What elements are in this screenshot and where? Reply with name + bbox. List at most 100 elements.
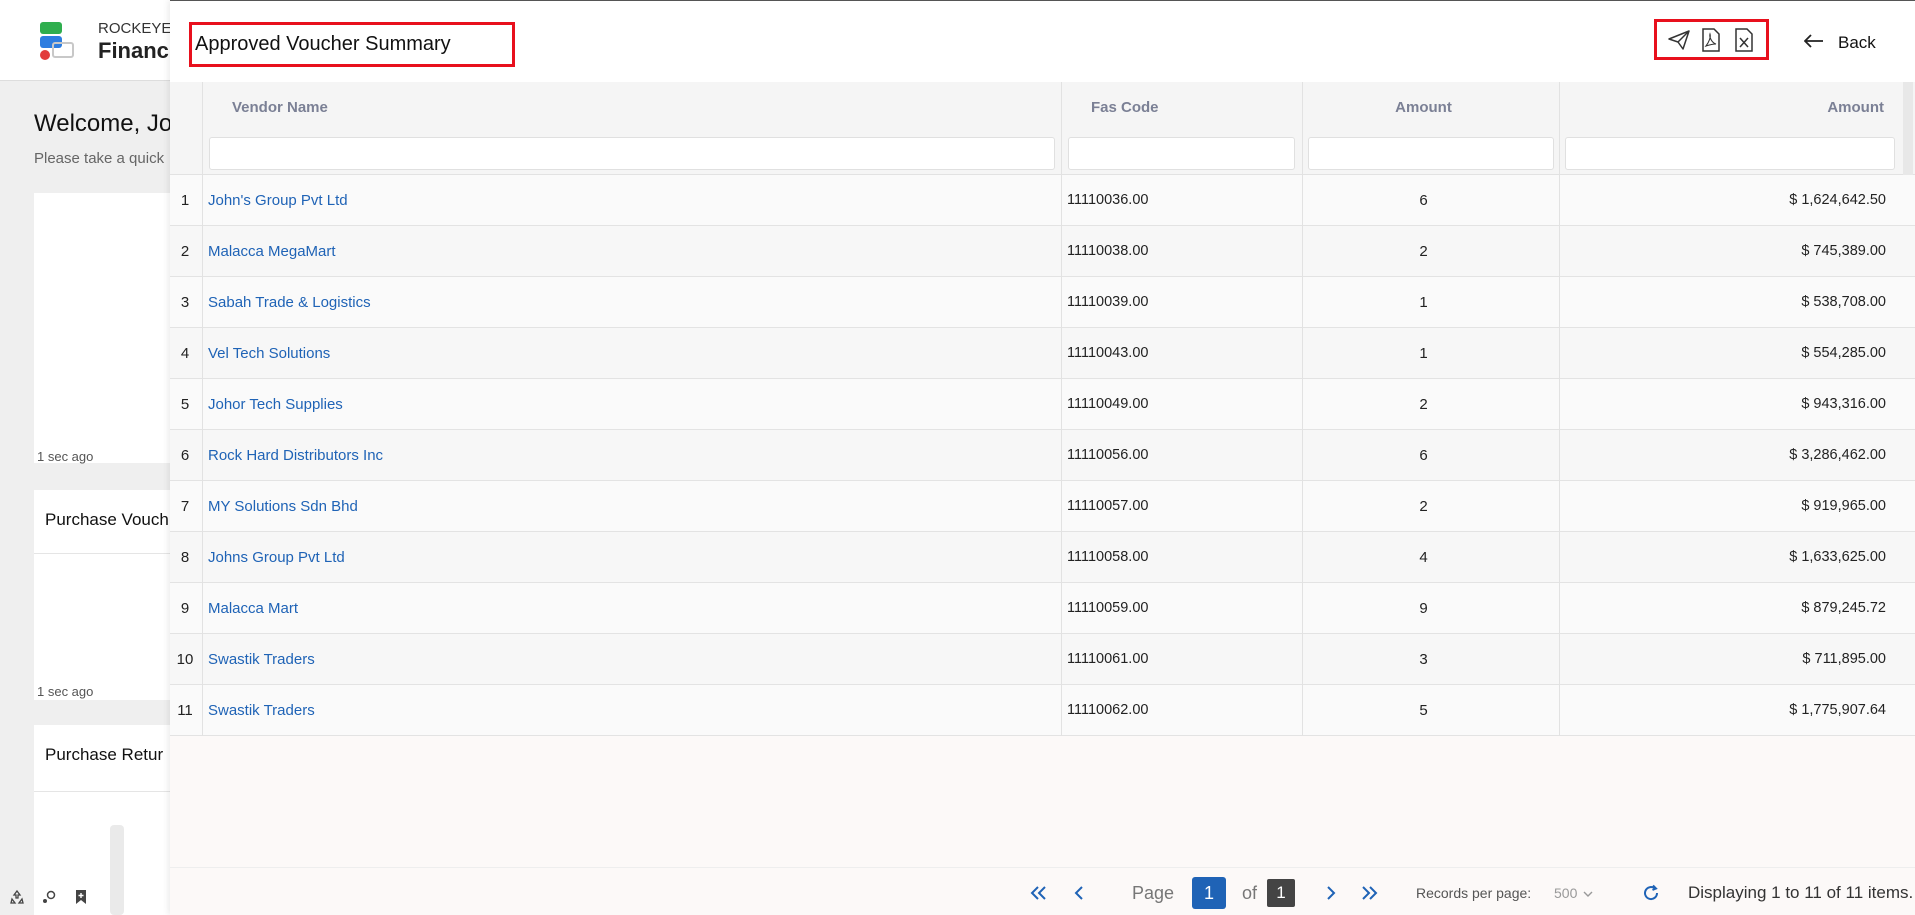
fas-code: 11110058.00 [1067, 549, 1149, 565]
row-index: 7 [180, 497, 190, 515]
vendor-name-link[interactable]: Malacca Mart [208, 583, 298, 633]
column-divider [1559, 82, 1560, 736]
records-per-page-select[interactable]: 500 [1554, 878, 1593, 908]
page-label: Page [1132, 882, 1175, 903]
column-divider [202, 82, 203, 736]
vendor-name-link[interactable]: Swastik Traders [208, 685, 315, 735]
table-row[interactable]: 5 Johor Tech Supplies 11110049.00 2 $ 94… [170, 379, 1915, 430]
filter-amount[interactable] [1565, 137, 1895, 170]
brand-line-1: ROCKEYE [98, 20, 172, 37]
voucher-count: 2 [1419, 497, 1428, 515]
export-actions [1654, 19, 1769, 60]
voucher-count: 5 [1419, 701, 1428, 719]
row-index: 5 [180, 395, 190, 413]
row-index: 2 [180, 242, 190, 260]
column-header-fas-code[interactable]: Fas Code [1091, 82, 1159, 132]
column-header-amount[interactable]: Amount [1560, 82, 1884, 132]
amount: $ 554,285.00 [1801, 345, 1886, 361]
row-index: 6 [180, 446, 190, 464]
fas-code: 11110038.00 [1067, 243, 1149, 259]
vendor-name-link[interactable]: Sabah Trade & Logistics [208, 277, 371, 327]
table-row[interactable]: 6 Rock Hard Distributors Inc 11110056.00… [170, 430, 1915, 481]
row-index: 9 [180, 599, 190, 617]
row-index: 10 [176, 650, 194, 668]
vendor-name-link[interactable]: Johns Group Pvt Ltd [208, 532, 345, 582]
amount: $ 745,389.00 [1801, 243, 1886, 259]
card-title: Purchase Vouch [45, 510, 169, 529]
vendor-name-link[interactable]: MY Solutions Sdn Bhd [208, 481, 358, 531]
prev-page-button[interactable] [1068, 878, 1090, 908]
last-page-button[interactable] [1358, 878, 1380, 908]
fas-code: 11110056.00 [1067, 447, 1149, 463]
records-per-page-label: Records per page: [1416, 885, 1532, 901]
grid-header: Vendor Name Fas Code Amount Amount [170, 82, 1915, 175]
filter-vendor-name[interactable] [209, 137, 1055, 170]
table-row[interactable]: 1 John's Group Pvt Ltd 11110036.00 6 $ 1… [170, 175, 1915, 226]
vendor-name-link[interactable]: Malacca MegaMart [208, 226, 336, 276]
bookmark-icon[interactable] [72, 888, 90, 906]
pdf-icon[interactable] [1698, 27, 1724, 53]
column-divider [1302, 82, 1303, 736]
column-header-vendor-name[interactable]: Vendor Name [232, 82, 328, 132]
fas-code: 11110057.00 [1067, 498, 1149, 514]
pagination-bar: Page 1 of 1 Records per page: 500 Displa… [170, 867, 1915, 915]
table-row[interactable]: 9 Malacca Mart 11110059.00 9 $ 879,245.7… [170, 583, 1915, 634]
app-logo [38, 20, 78, 60]
send-icon[interactable] [1666, 27, 1692, 53]
amount: $ 943,316.00 [1801, 396, 1886, 412]
amount: $ 1,633,625.00 [1789, 549, 1886, 565]
card-timestamp: 1 sec ago [37, 449, 94, 464]
excel-icon[interactable] [1731, 27, 1757, 53]
amount: $ 879,245.72 [1801, 600, 1886, 616]
back-label: Back [1838, 33, 1876, 52]
column-header-amount-count[interactable]: Amount [1305, 82, 1542, 132]
settings-icon[interactable] [40, 888, 58, 906]
table-row[interactable]: 8 Johns Group Pvt Ltd 11110058.00 4 $ 1,… [170, 532, 1915, 583]
vendor-name-link[interactable]: Swastik Traders [208, 634, 315, 684]
vendor-name-link[interactable]: Johor Tech Supplies [208, 379, 343, 429]
title-highlight: Approved Voucher Summary [189, 22, 515, 67]
first-page-button[interactable] [1028, 878, 1050, 908]
table-row[interactable]: 10 Swastik Traders 11110061.00 3 $ 711,8… [170, 634, 1915, 685]
table-row[interactable]: 7 MY Solutions Sdn Bhd 11110057.00 2 $ 9… [170, 481, 1915, 532]
table-row[interactable]: 3 Sabah Trade & Logistics 11110039.00 1 … [170, 277, 1915, 328]
current-page-input[interactable]: 1 [1192, 877, 1226, 909]
voucher-count: 1 [1419, 344, 1428, 362]
vendor-name-link[interactable]: Rock Hard Distributors Inc [208, 430, 383, 480]
filter-amount-count[interactable] [1308, 137, 1554, 170]
filter-fas-code[interactable] [1068, 137, 1295, 170]
table-row[interactable]: 4 Vel Tech Solutions 11110043.00 1 $ 554… [170, 328, 1915, 379]
next-page-button[interactable] [1320, 878, 1342, 908]
grid-scrollbar[interactable] [1903, 82, 1913, 175]
fas-code: 11110059.00 [1067, 600, 1149, 616]
fas-code: 11110062.00 [1067, 702, 1149, 718]
voucher-grid: Vendor Name Fas Code Amount Amount 1 Joh… [170, 82, 1915, 867]
voucher-count: 2 [1419, 395, 1428, 413]
welcome-subtitle: Please take a quick [34, 150, 165, 167]
total-pages: 1 [1267, 879, 1295, 907]
amount: $ 919,965.00 [1801, 498, 1886, 514]
voucher-count: 9 [1419, 599, 1428, 617]
amount: $ 3,286,462.00 [1789, 447, 1886, 463]
recycle-icon[interactable] [8, 888, 26, 906]
vendor-name-link[interactable]: Vel Tech Solutions [208, 328, 330, 378]
voucher-summary-panel: Approved Voucher Summary Back Vendor Nam… [170, 0, 1915, 915]
back-button[interactable]: Back [1803, 28, 1876, 58]
amount: $ 538,708.00 [1801, 294, 1886, 310]
row-index: 4 [180, 344, 190, 362]
fas-code: 11110043.00 [1067, 345, 1149, 361]
row-index: 11 [177, 701, 193, 719]
voucher-count: 3 [1419, 650, 1428, 668]
records-per-page-value: 500 [1554, 885, 1578, 901]
card-title: Purchase Retur [45, 745, 164, 764]
fas-code: 11110039.00 [1067, 294, 1149, 310]
dashboard-card: 1 sec ago [34, 193, 184, 464]
amount: $ 1,624,642.50 [1789, 192, 1886, 208]
table-row[interactable]: 2 Malacca MegaMart 11110038.00 2 $ 745,3… [170, 226, 1915, 277]
fas-code: 11110049.00 [1067, 396, 1149, 412]
display-summary: Displaying 1 to 11 of 11 items. [1688, 883, 1914, 902]
refresh-icon[interactable] [1640, 878, 1662, 908]
page-title: Approved Voucher Summary [195, 33, 451, 55]
table-row[interactable]: 11 Swastik Traders 11110062.00 5 $ 1,775… [170, 685, 1915, 736]
vendor-name-link[interactable]: John's Group Pvt Ltd [208, 175, 348, 225]
